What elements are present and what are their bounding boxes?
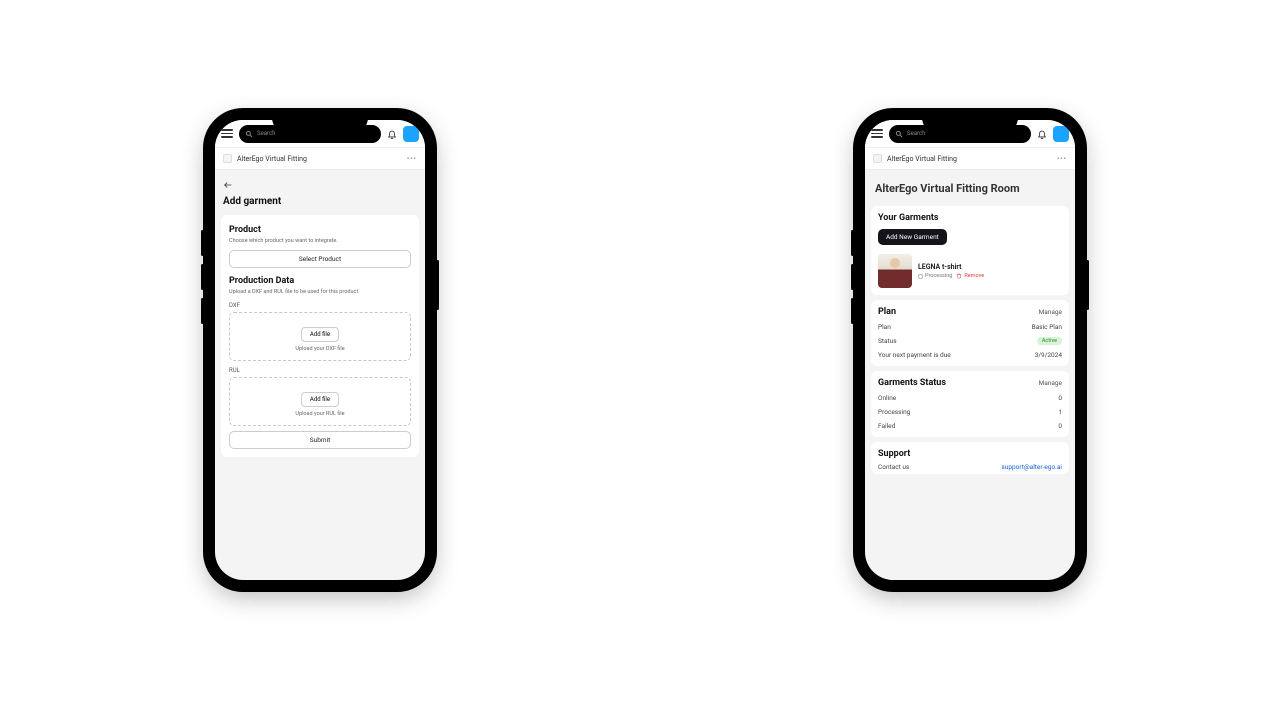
more-icon[interactable]: ••• xyxy=(1057,155,1067,163)
submit-button[interactable]: Submit xyxy=(229,431,411,449)
content-right: AlterEgo Virtual Fitting Room Your Garme… xyxy=(865,170,1075,580)
support-title: Support xyxy=(878,449,1062,459)
page-title: Add garment xyxy=(221,192,419,211)
production-data-title: Production Data xyxy=(229,276,411,286)
next-payment-label: Your next payment is due xyxy=(878,351,951,359)
rul-hint: Upload your RUL file xyxy=(234,411,406,417)
product-card: Product Choose which product you want to… xyxy=(221,215,419,457)
plan-title: Plan xyxy=(878,307,896,317)
garments-card: Your Garments Add New Garment LEGNA t-sh… xyxy=(871,206,1069,295)
garment-name: LEGNA t-shirt xyxy=(918,263,1062,271)
processing-label: Processing xyxy=(878,408,910,416)
garment-row: LEGNA t-shirt Processing Remove xyxy=(878,252,1062,288)
rul-dropzone[interactable]: Add file Upload your RUL file xyxy=(229,377,411,426)
content-left: Add garment Product Choose which product… xyxy=(215,170,425,580)
add-garment-button[interactable]: Add New Garment xyxy=(878,229,947,245)
app-name: AlterEgo Virtual Fitting xyxy=(887,155,957,163)
failed-label: Failed xyxy=(878,422,895,430)
app-header: AlterEgo Virtual Fitting ••• xyxy=(215,148,425,170)
phone-left-screen: Search AlterEgo Virtual Fitting ••• Add … xyxy=(215,120,425,580)
bell-icon[interactable] xyxy=(387,129,397,139)
failed-value: 0 xyxy=(1058,422,1062,430)
search-icon xyxy=(895,130,903,138)
online-value: 0 xyxy=(1058,394,1062,402)
phone-right-screen: Search AlterEgo Virtual Fitting ••• Alte… xyxy=(865,120,1075,580)
online-label: Online xyxy=(878,394,896,402)
status-manage-link[interactable]: Manage xyxy=(1039,379,1062,387)
garments-status-card: Garments Status Manage Online 0 Processin… xyxy=(871,371,1069,437)
rul-add-file-button[interactable]: Add file xyxy=(301,392,339,407)
product-description: Choose which product you want to integra… xyxy=(229,238,411,245)
back-arrow-icon[interactable] xyxy=(223,180,233,190)
search-placeholder: Search xyxy=(907,130,925,137)
product-title: Product xyxy=(229,225,411,235)
avatar[interactable] xyxy=(403,126,419,142)
rul-label: RUL xyxy=(229,367,411,374)
processing-value: 1 xyxy=(1058,408,1062,416)
bell-icon[interactable] xyxy=(1037,129,1047,139)
app-icon xyxy=(223,154,232,163)
dxf-label: DXF xyxy=(229,302,411,309)
menu-icon[interactable] xyxy=(871,129,883,138)
app-name: AlterEgo Virtual Fitting xyxy=(237,155,307,163)
garment-status: Processing xyxy=(918,273,952,279)
dxf-add-file-button[interactable]: Add file xyxy=(301,327,339,342)
phone-notch xyxy=(922,110,1018,132)
phone-right-frame: Search AlterEgo Virtual Fitting ••• Alte… xyxy=(855,110,1085,590)
dxf-hint: Upload your DXF file xyxy=(234,346,406,352)
menu-icon[interactable] xyxy=(221,129,233,138)
plan-manage-link[interactable]: Manage xyxy=(1039,308,1062,316)
garments-status-title: Garments Status xyxy=(878,378,946,388)
search-icon xyxy=(245,130,253,138)
room-title: AlterEgo Virtual Fitting Room xyxy=(871,176,1069,201)
remove-garment-button[interactable]: Remove xyxy=(956,273,984,279)
app-header: AlterEgo Virtual Fitting ••• xyxy=(865,148,1075,170)
support-email[interactable]: support@alter-ego.ai xyxy=(1001,463,1062,471)
dxf-dropzone[interactable]: Add file Upload your DXF file xyxy=(229,312,411,361)
select-product-button[interactable]: Select Product xyxy=(229,250,411,268)
plan-value: Basic Plan xyxy=(1032,323,1062,331)
support-card: Support Contact us support@alter-ego.ai xyxy=(871,442,1069,474)
trash-icon xyxy=(956,273,962,279)
status-dot-icon xyxy=(918,274,923,279)
plan-card: Plan Manage PlanBasic Plan StatusActive … xyxy=(871,300,1069,366)
avatar[interactable] xyxy=(1053,126,1069,142)
garment-thumbnail[interactable] xyxy=(878,254,912,288)
app-icon xyxy=(873,154,882,163)
phone-notch xyxy=(272,110,368,132)
plan-label: Plan xyxy=(878,323,891,331)
search-placeholder: Search xyxy=(257,130,275,137)
phone-left-frame: Search AlterEgo Virtual Fitting ••• Add … xyxy=(205,110,435,590)
status-badge: Active xyxy=(1037,337,1062,345)
more-icon[interactable]: ••• xyxy=(407,155,417,163)
production-data-description: Upload a DXF and RUL file to be used for… xyxy=(229,289,411,296)
next-payment-value: 3/9/2024 xyxy=(1035,351,1062,359)
garments-title: Your Garments xyxy=(878,213,1062,223)
contact-label: Contact us xyxy=(878,463,909,471)
status-label: Status xyxy=(878,337,897,345)
